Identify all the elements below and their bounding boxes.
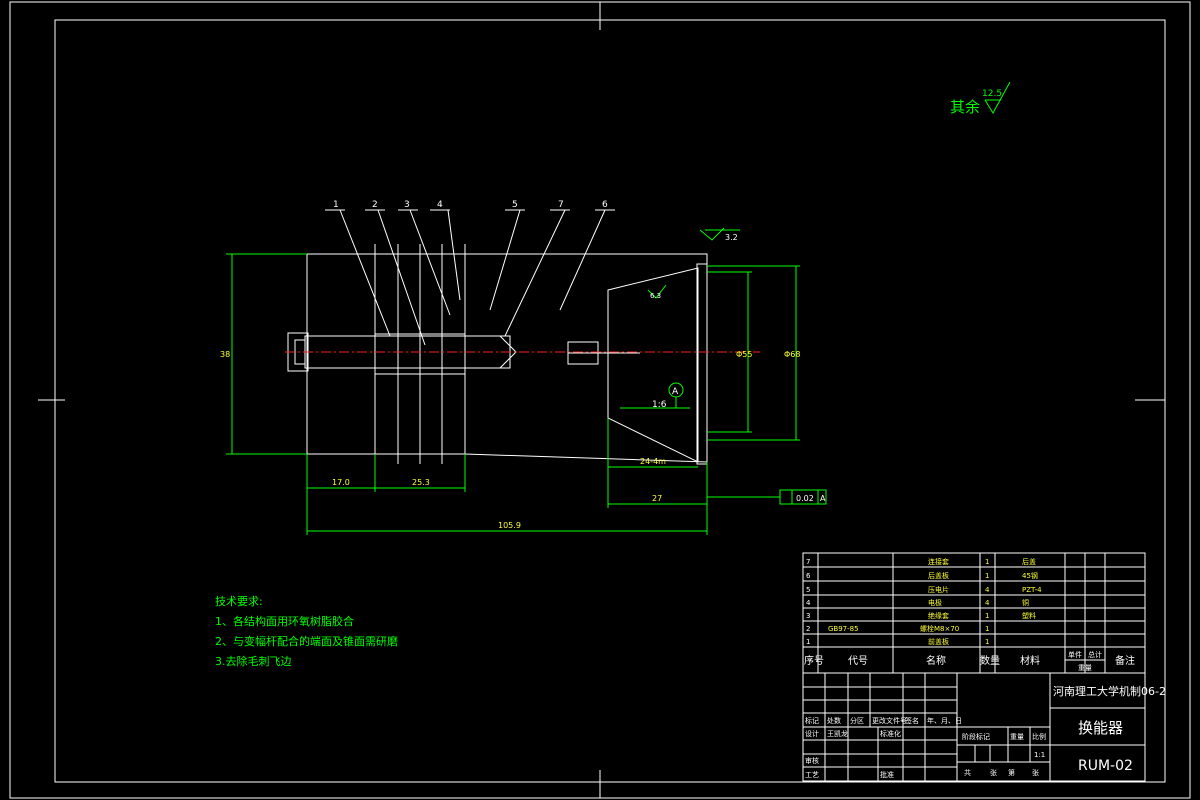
bom-qty-7: 1 <box>985 558 989 566</box>
roughness-inner: 6.3 <box>650 292 661 300</box>
bom-mat-3: 塑料 <box>1022 611 1036 620</box>
tb-approve: 批准 <box>880 770 894 779</box>
part-balloons: 1 2 3 4 5 7 6 <box>325 200 615 346</box>
dim-inner-dia: Φ55 <box>736 350 752 359</box>
tb-sheet-no: 张 <box>1032 768 1039 777</box>
tb-sign: 签名 <box>905 716 919 725</box>
bom-name-6: 后盖板 <box>928 571 949 580</box>
dim-taper: 1:6 <box>652 400 667 410</box>
bom-name-1: 前盖板 <box>928 637 949 646</box>
bom-qty-1: 1 <box>985 638 989 646</box>
tb-zone: 分区 <box>850 716 864 725</box>
bom-header-remark: 备注 <box>1115 654 1135 667</box>
roughness-top: 3.2 <box>725 233 738 242</box>
tb-sheet: 第 <box>1008 768 1015 777</box>
bom-header-unit: 单件 <box>1068 650 1082 659</box>
dim-27: 27 <box>652 494 662 503</box>
balloon-7: 7 <box>558 200 564 210</box>
bom-name-4: 电极 <box>928 598 942 607</box>
bom-mat-5: PZT-4 <box>1022 586 1042 594</box>
bom-mat-7: 后盖 <box>1022 557 1036 566</box>
roughness-label: 其余 <box>950 98 980 116</box>
dim-17: 17.0 <box>332 478 350 487</box>
tech-item-3: 3.去除毛刺飞边 <box>215 654 292 668</box>
flatness-value: 0.02 <box>796 494 814 503</box>
tb-weight: 重量 <box>1010 733 1024 741</box>
dimensions: 38 Φ55 Φ68 17.0 25.3 24-4m 27 105.9 1:6 … <box>220 227 827 535</box>
bom-code-2: GB97-85 <box>828 625 859 633</box>
bom-header-weight: 重量 <box>1078 664 1092 672</box>
balloon-4: 4 <box>437 200 443 210</box>
dim-24: 24-4m <box>640 457 666 466</box>
bom-no-4: 4 <box>806 599 811 607</box>
bom-name-7: 连接套 <box>928 557 949 566</box>
tb-process: 工艺 <box>805 771 819 779</box>
tb-mark: 标记 <box>805 716 819 725</box>
tb-total-sheets: 共 <box>964 768 971 777</box>
bom-name-3: 绝缘套 <box>928 611 949 620</box>
bom-mat-4: 铜 <box>1022 598 1029 607</box>
bom-mat-6: 45钢 <box>1022 571 1038 580</box>
tb-review: 审核 <box>805 756 819 765</box>
tech-requirements: 技术要求: 1、各结构面用环氧树脂胶合 2、与变幅杆配合的端面及锥面需研磨 3.… <box>215 595 398 668</box>
bom-qty-6: 1 <box>985 572 989 580</box>
bom-no-5: 5 <box>806 586 810 594</box>
tech-title: 技术要求: <box>215 595 263 608</box>
bom-no-3: 3 <box>806 612 810 620</box>
part-section <box>285 244 760 465</box>
tb-doc: 更改文件号 <box>872 716 907 725</box>
bom-name-2: 螺栓M8×70 <box>920 624 959 633</box>
balloon-2: 2 <box>372 200 378 210</box>
outer-border <box>9 1 1191 799</box>
balloon-3: 3 <box>404 200 410 210</box>
dim-25: 25.3 <box>412 478 430 487</box>
dim-height: 38 <box>220 350 230 359</box>
bom-header-code: 代号 <box>848 655 868 667</box>
tb-school: 河南理工大学机制06-2 <box>1053 684 1166 698</box>
balloon-1: 1 <box>333 200 339 210</box>
bom-table: 7 连接套 1 后盖 6 后盖板 1 45钢 5 压电片 4 PZT-4 4 电… <box>802 552 1146 674</box>
tb-design: 设计 <box>805 729 819 738</box>
roughness-value: 12.5 <box>982 89 1002 99</box>
bom-header-qty: 数量 <box>980 654 1000 667</box>
tb-ratio: 比例 <box>1032 732 1046 741</box>
roughness-note: 其余 12.5 <box>950 81 1011 116</box>
balloon-6: 6 <box>602 200 608 210</box>
bom-name-5: 压电片 <box>928 585 949 594</box>
bom-header-no: 序号 <box>804 654 824 667</box>
dim-outer-dia: Φ68 <box>784 350 800 359</box>
bom-no-1: 1 <box>806 638 810 646</box>
bom-header-material: 材料 <box>1020 654 1040 667</box>
tb-date: 年、月、日 <box>927 716 962 725</box>
tb-standard: 标准化 <box>880 729 901 738</box>
tb-stage: 阶段标记 <box>962 732 990 741</box>
tb-drawing-name: 换能器 <box>1078 719 1123 737</box>
technical-drawing: 其余 12.5 1 2 3 4 5 7 6 38 Φ55 Φ68 17.0 25… <box>9 1 1191 799</box>
title-block: 标记 处数 分区 更改文件号 签名 年、月、日 设计 王凯龙 标准化 审核 工艺… <box>802 672 1166 782</box>
bom-qty-3: 1 <box>985 612 989 620</box>
tb-drawing-no: RUM-02 <box>1078 758 1133 774</box>
bom-header-name: 名称 <box>926 654 946 667</box>
tb-count: 处数 <box>827 716 841 725</box>
dim-total: 105.9 <box>498 521 521 530</box>
bom-no-7: 7 <box>806 558 810 566</box>
tech-item-2: 2、与变幅杆配合的端面及锥面需研磨 <box>215 634 398 648</box>
tb-designer: 王凯龙 <box>827 729 848 738</box>
bom-qty-4: 4 <box>985 599 990 607</box>
bom-no-2: 2 <box>806 625 810 633</box>
bom-no-6: 6 <box>806 572 811 580</box>
balloon-5: 5 <box>512 200 518 210</box>
bom-qty-2: 1 <box>985 625 989 633</box>
tech-item-1: 1、各结构面用环氧树脂胶合 <box>215 614 354 628</box>
bom-header-total: 总计 <box>1088 650 1102 659</box>
tb-sheets: 张 <box>990 768 997 777</box>
bom-qty-5: 4 <box>985 586 990 594</box>
datum-ref: A <box>672 387 679 397</box>
flatness-datum: A <box>820 494 826 503</box>
tb-scale: 1:1 <box>1034 751 1045 759</box>
